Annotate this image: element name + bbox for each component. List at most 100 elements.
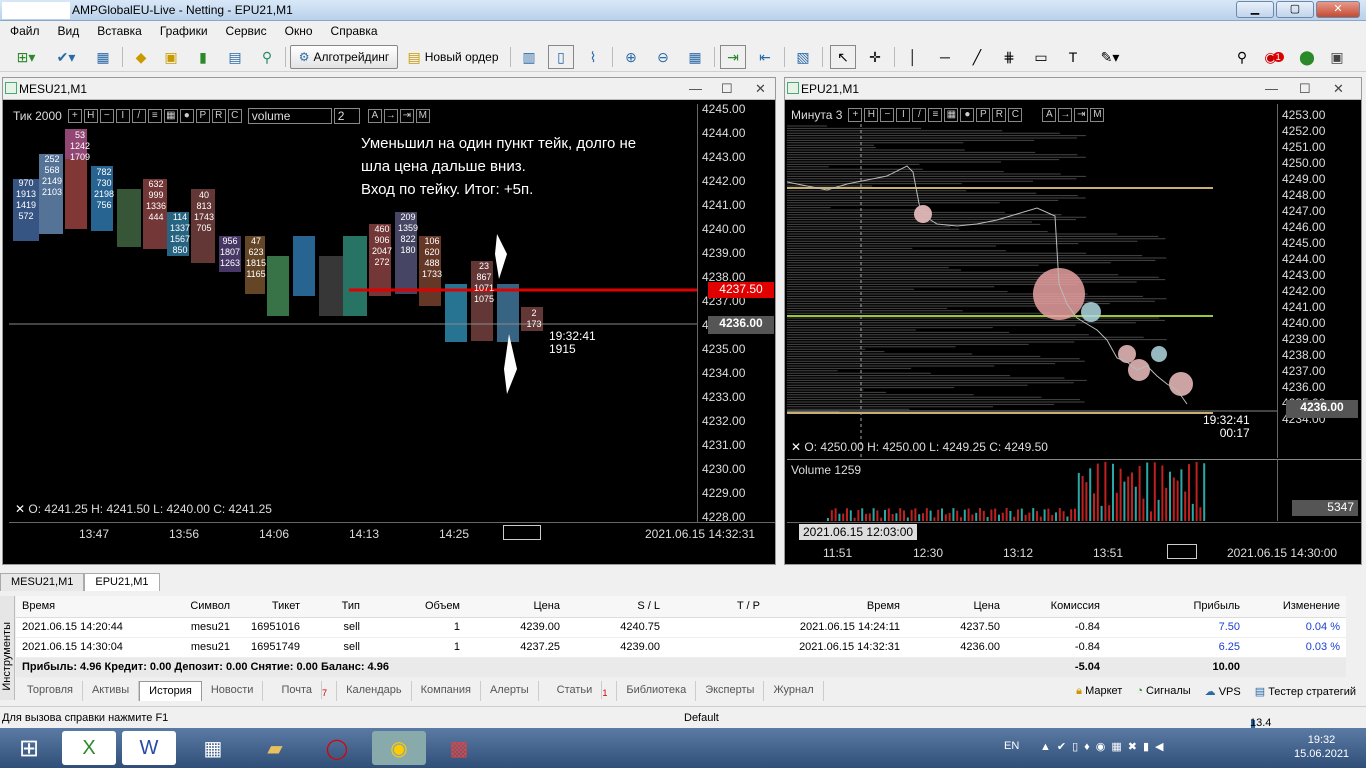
cursor-icon[interactable]: ↖	[830, 45, 856, 69]
metatrader-icon[interactable]: ◉	[372, 731, 426, 765]
menu-file[interactable]: Файл	[8, 21, 50, 41]
price-axis[interactable]: 4254.00 4253.00 4252.00 4251.00 4250.00 4249.…	[1277, 104, 1361, 458]
indicators-icon[interactable]: ▧	[790, 45, 816, 69]
scroll-box[interactable]	[503, 525, 541, 540]
table-row[interactable]: 2021.06.15 14:20:44 mesu21 16951016 sell…	[16, 617, 1346, 638]
col-symbol[interactable]: Символ	[146, 596, 236, 618]
bar-chart-icon[interactable]: ▥	[516, 45, 542, 69]
tab-calendar[interactable]: Календарь	[337, 681, 412, 701]
zoom-in-icon[interactable]: ⊕	[618, 45, 644, 69]
footprint-chart[interactable]: Тик 2000 + H − I / ≡ ▦ ● P R C volume 2 …	[9, 104, 697, 522]
menu-tools[interactable]: Сервис	[224, 21, 277, 41]
col-volume[interactable]: Объем	[366, 596, 466, 618]
tile-windows-icon[interactable]: ▦	[682, 45, 708, 69]
scroll-box[interactable]	[1167, 544, 1197, 559]
notifications-icon[interactable]: ◉ 1	[1260, 45, 1288, 69]
search-market-icon[interactable]: ⚲	[254, 45, 280, 69]
text-icon[interactable]: T	[1060, 45, 1086, 69]
tab-history[interactable]: История	[139, 681, 202, 701]
crosshair-icon[interactable]: ✛	[862, 45, 888, 69]
line-chart-icon[interactable]: ⌇	[580, 45, 606, 69]
calculator-icon[interactable]: ▦	[186, 731, 240, 765]
signals-link[interactable]: ◔ Сигналы	[1136, 685, 1190, 698]
volume-subwindow[interactable]: Volume 1259	[787, 459, 1277, 521]
profiles-icon[interactable]: ✔▾	[48, 45, 84, 69]
candle-chart-icon[interactable]: ▯	[548, 45, 574, 69]
table-row[interactable]: 2021.06.15 14:30:04 mesu21 16951749 sell…	[16, 637, 1346, 658]
col-type[interactable]: Тип	[306, 596, 366, 618]
col-close-price[interactable]: Цена	[906, 596, 1006, 618]
shapes-icon[interactable]: ✎▾	[1092, 45, 1128, 69]
start-button[interactable]: ⊞	[4, 731, 54, 765]
tab-assets[interactable]: Активы	[83, 681, 140, 701]
tab-mesu21[interactable]: MESU21,M1	[0, 573, 85, 591]
market-watch-icon[interactable]: ▦	[88, 45, 118, 69]
tab-library[interactable]: Библиотека	[617, 681, 697, 701]
candle-chart[interactable]: Минута 3 + H − I / ≡ ▦ ● P R C A → ⇥ M 1…	[787, 104, 1277, 458]
menu-help[interactable]: Справка	[329, 21, 388, 41]
new-order-button[interactable]: ▤ Новый ордер	[402, 45, 504, 69]
time-axis[interactable]: 13:47 13:56 14:06 14:13 14:25 2021.06.15…	[9, 522, 775, 542]
col-commission[interactable]: Комиссия	[1006, 596, 1106, 618]
language-indicator[interactable]: EN	[1004, 740, 1019, 752]
search-icon[interactable]: ⚲	[1230, 45, 1254, 69]
fibo-icon[interactable]: ⋕	[996, 45, 1022, 69]
chart-shift-icon[interactable]: ⇤	[752, 45, 778, 69]
minimize-button[interactable]: ▁	[1236, 1, 1274, 18]
window-minimize-button[interactable]: —	[1265, 81, 1278, 96]
tab-company[interactable]: Компания	[412, 681, 481, 701]
menu-charts[interactable]: Графики	[158, 21, 218, 41]
tab-news[interactable]: Новости	[202, 681, 264, 701]
window-close-button[interactable]: ✕	[755, 81, 766, 97]
market-link[interactable]: 🔒︎ Маркет	[1076, 685, 1122, 698]
zoom-out-icon[interactable]: ⊖	[650, 45, 676, 69]
app-icon[interactable]: ▩	[432, 731, 486, 765]
auto-scroll-icon[interactable]: ⇥	[720, 45, 746, 69]
tab-experts[interactable]: Эксперты	[696, 681, 765, 701]
maximize-button[interactable]: ▢	[1276, 1, 1314, 18]
col-change[interactable]: Изменение	[1246, 596, 1346, 618]
opera-icon[interactable]: ◯	[310, 731, 364, 765]
algo-trading-button[interactable]: ⚙ Алготрейдинг	[290, 45, 398, 69]
channel-icon[interactable]: ▭	[1028, 45, 1054, 69]
menu-view[interactable]: Вид	[56, 21, 90, 41]
account-icon[interactable]: ▣	[1324, 45, 1350, 69]
col-ticket[interactable]: Тикет	[236, 596, 306, 618]
clock[interactable]: 19:32 15.06.2021	[1294, 733, 1349, 761]
tab-epu21[interactable]: EPU21,M1	[84, 573, 160, 591]
menu-window[interactable]: Окно	[283, 21, 323, 41]
price-axis[interactable]: 4245.00 4244.00 4243.00 4242.00 4241.00 4240.…	[697, 104, 775, 522]
level-icon[interactable]: ⬤	[1294, 45, 1320, 69]
window-close-button[interactable]: ✕	[1333, 81, 1344, 97]
explorer-icon[interactable]: ▰	[248, 731, 302, 765]
tester-link[interactable]: ▤ Тестер стратегий	[1255, 685, 1356, 698]
col-sl[interactable]: S / L	[566, 596, 666, 618]
navigator-icon[interactable]: ◆	[128, 45, 154, 69]
tray-icons[interactable]: ▲✔▯♦◉▦✖▮◀	[1040, 740, 1170, 753]
window-restore-button[interactable]: ☐	[721, 81, 733, 97]
col-close-time[interactable]: Время	[766, 596, 906, 618]
tab-articles[interactable]: Статьи 1	[539, 681, 618, 701]
col-tp[interactable]: T / P	[666, 596, 766, 618]
tab-trade[interactable]: Торговля	[18, 681, 83, 701]
excel-icon[interactable]: X	[62, 731, 116, 765]
vps-link[interactable]: ☁ VPS	[1205, 685, 1241, 698]
terminal-icon[interactable]: ▤	[222, 45, 248, 69]
tab-mail[interactable]: Почта 7	[263, 681, 338, 701]
col-time[interactable]: Время	[16, 596, 146, 618]
window-restore-button[interactable]: ☐	[1299, 81, 1311, 97]
time-axis[interactable]: 2021.06.15 12:03:00 11:51	[787, 522, 1361, 561]
vertical-line-icon[interactable]: │	[900, 45, 926, 69]
window-minimize-button[interactable]: —	[689, 81, 702, 96]
new-chart-icon[interactable]: ⊞▾	[8, 45, 44, 69]
menu-insert[interactable]: Вставка	[95, 21, 152, 41]
tab-alerts[interactable]: Алерты	[481, 681, 539, 701]
tab-journal[interactable]: Журнал	[764, 681, 824, 701]
close-button[interactable]: ✕	[1316, 1, 1360, 18]
horizontal-line-icon[interactable]: ─	[932, 45, 958, 69]
col-price[interactable]: Цена	[466, 596, 566, 618]
trend-line-icon[interactable]: ╱	[964, 45, 990, 69]
strategy-icon[interactable]: ▣	[158, 45, 184, 69]
col-profit[interactable]: Прибыль	[1106, 596, 1246, 618]
word-icon[interactable]: W	[122, 731, 176, 765]
